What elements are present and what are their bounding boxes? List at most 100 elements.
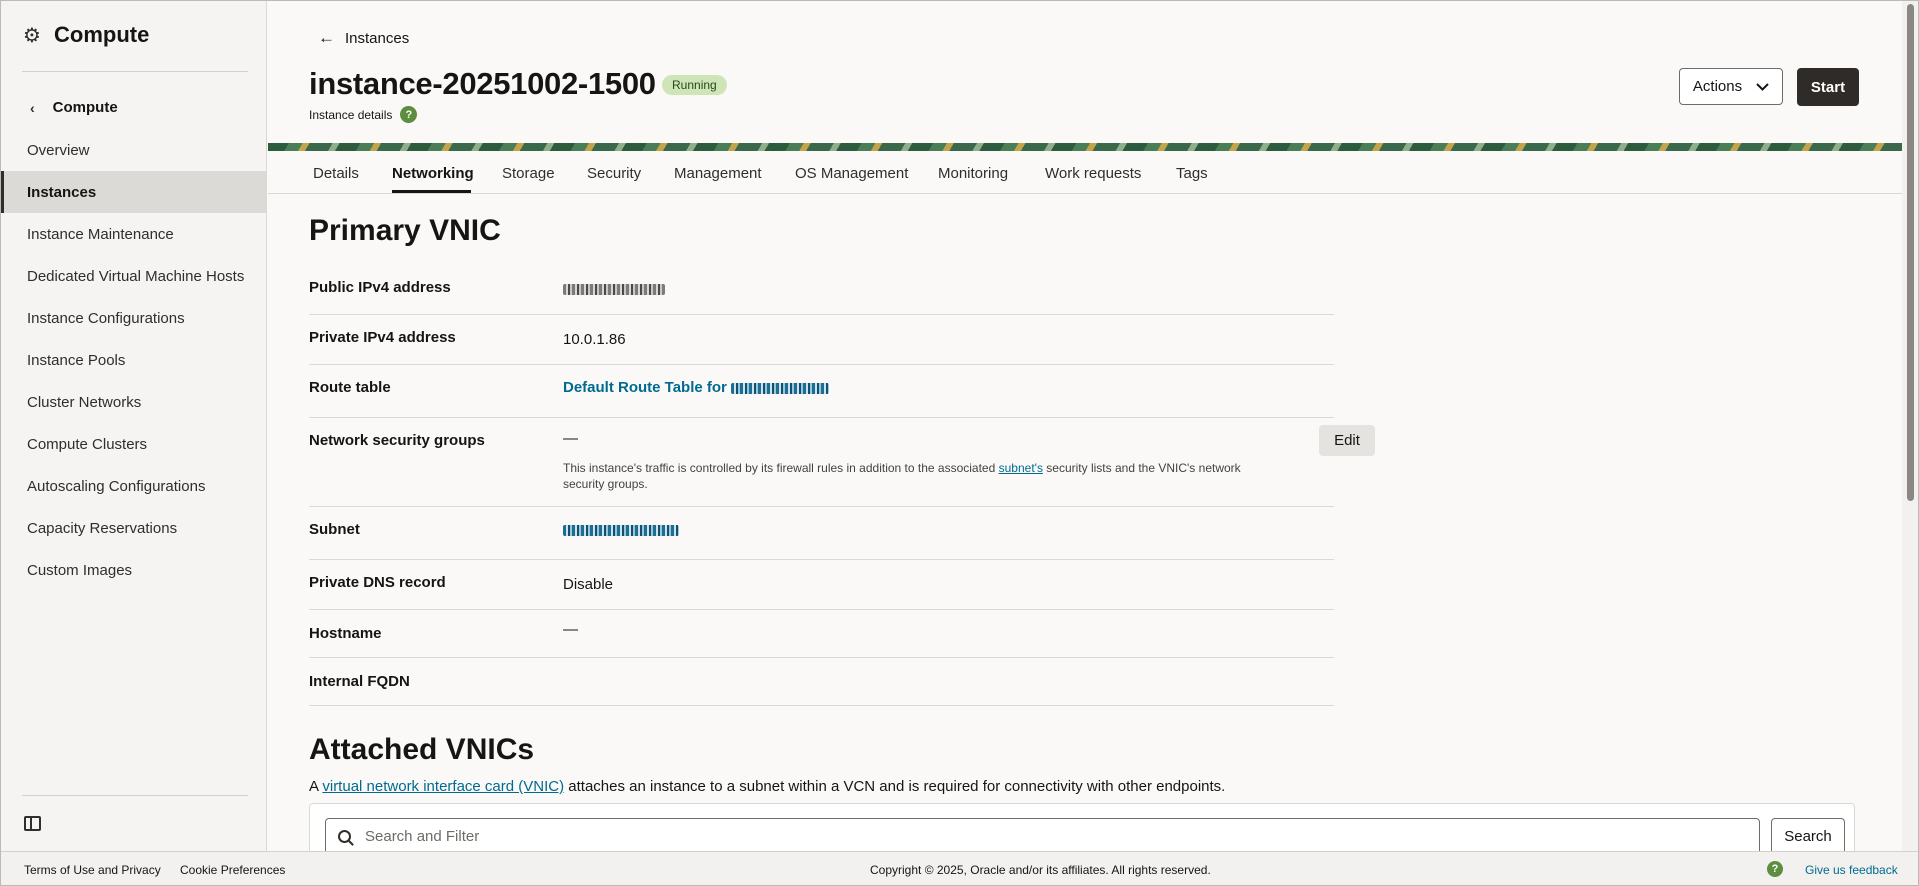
kv-label: Internal FQDN [309, 673, 410, 690]
desc-text: A [309, 778, 319, 795]
help-icon[interactable]: ? [1767, 861, 1783, 877]
gear-icon: ⚙ [23, 24, 41, 47]
search-button[interactable]: Search [1771, 818, 1845, 851]
attached-vnics-title: Attached VNICs [309, 733, 535, 766]
tab-details[interactable]: Details [313, 165, 359, 182]
tab-monitoring[interactable]: Monitoring [938, 165, 1008, 182]
kv-row-public-ip: Public IPv4 address [309, 270, 1334, 315]
sidebar-item-compute-clusters[interactable]: Compute Clusters [0, 423, 266, 465]
route-table-link-text: Default Route Table for [563, 379, 727, 396]
cookie-preferences-link[interactable]: Cookie Preferences [180, 863, 285, 877]
kv-label: Private IPv4 address [309, 329, 456, 346]
sidebar-item-instance-configurations[interactable]: Instance Configurations [0, 297, 266, 339]
kv-row-nsg: Network security groups — Edit This inst… [309, 417, 1375, 507]
kv-row-private-dns: Private DNS record Disable [309, 559, 1334, 610]
chevron-down-icon [1756, 82, 1769, 91]
private-dns-value: Disable [563, 576, 614, 593]
sidebar-nav: Overview Instances Instance Maintenance … [0, 129, 266, 591]
nsg-help-text: This instance's traffic is controlled by… [563, 460, 1283, 492]
start-button[interactable]: Start [1797, 68, 1859, 106]
sidebar-item-label: Instance Configurations [27, 309, 185, 327]
kv-row-private-ip: Private IPv4 address 10.0.1.86 [309, 314, 1334, 365]
kv-label: Route table [309, 379, 391, 396]
route-table-link[interactable]: Default Route Table for [563, 379, 830, 396]
sidebar-item-label: Instance Pools [27, 351, 126, 369]
subtitle-text: Instance details [309, 107, 393, 122]
tab-security[interactable]: Security [587, 165, 641, 182]
sidebar-item-cluster-networks[interactable]: Cluster Networks [0, 381, 266, 423]
sidebar-item-overview[interactable]: Overview [0, 129, 266, 171]
kv-row-subnet: Subnet [309, 506, 1334, 560]
redacted-value [731, 382, 830, 394]
search-field[interactable] [325, 818, 1760, 851]
nsg-value: — [563, 430, 578, 447]
primary-vnic-title: Primary VNIC [309, 214, 501, 247]
tab-storage[interactable]: Storage [502, 165, 555, 182]
search-card: Search [309, 803, 1855, 851]
vertical-scrollbar[interactable] [1902, 0, 1919, 851]
sidebar: ⚙ Compute ‹ Compute Overview Instances I… [0, 0, 267, 851]
terms-link[interactable]: Terms of Use and Privacy [24, 863, 161, 877]
public-ip-value [563, 280, 665, 297]
sidebar-title: Compute [54, 22, 150, 47]
vnic-doc-link[interactable]: virtual network interface card (VNIC) [322, 778, 564, 795]
chevron-left-icon: ‹ [30, 99, 35, 116]
tab-bar: Details Networking Storage Security Mana… [268, 151, 1902, 194]
header-banner [268, 143, 1902, 151]
actions-label: Actions [1692, 78, 1743, 95]
sidebar-item-label: Autoscaling Configurations [27, 477, 206, 495]
actions-button[interactable]: Actions [1679, 68, 1783, 105]
sidebar-item-label: Dedicated Virtual Machine Hosts [27, 267, 245, 285]
breadcrumb[interactable]: ← Instances [318, 28, 409, 48]
page-subtitle: Instance details ? [309, 106, 418, 123]
sidebar-item-label: Cluster Networks [27, 393, 142, 411]
tab-management[interactable]: Management [674, 165, 762, 182]
feedback-link[interactable]: Give us feedback [1805, 863, 1898, 877]
footer: Terms of Use and Privacy Cookie Preferen… [0, 851, 1919, 886]
private-ip-value: 10.0.1.86 [563, 331, 626, 348]
sidebar-item-instance-pools[interactable]: Instance Pools [0, 339, 266, 381]
redacted-value [563, 283, 665, 295]
help-icon[interactable]: ? [400, 106, 418, 123]
kv-label: Public IPv4 address [309, 279, 451, 296]
kv-label: Subnet [309, 521, 360, 538]
sidebar-item-capacity-reservations[interactable]: Capacity Reservations [0, 507, 266, 549]
tab-tags[interactable]: Tags [1176, 165, 1208, 182]
tab-os-management[interactable]: OS Management [795, 165, 908, 182]
sidebar-item-label: Capacity Reservations [27, 519, 178, 537]
sidebar-item-label: Instances [27, 183, 97, 201]
sidebar-collapse-icon[interactable] [24, 816, 41, 831]
kv-label: Hostname [309, 625, 382, 642]
help-text: This instance's traffic is controlled by… [563, 461, 996, 475]
breadcrumb-label: Instances [345, 29, 410, 47]
kv-row-route-table: Route table Default Route Table for [309, 364, 1334, 418]
arrow-left-icon: ← [318, 28, 335, 47]
search-input[interactable] [363, 827, 1747, 846]
sidebar-item-autoscaling-configurations[interactable]: Autoscaling Configurations [0, 465, 266, 507]
hostname-value: — [563, 621, 578, 638]
main-content: ← Instances instance-20251002-1500 Runni… [268, 0, 1902, 851]
sidebar-item-custom-images[interactable]: Custom Images [0, 549, 266, 591]
search-icon [338, 830, 351, 843]
page-title: instance-20251002-1500 [309, 66, 656, 101]
active-tab-indicator [392, 190, 471, 193]
sidebar-divider [22, 71, 248, 72]
sidebar-item-label: Compute Clusters [27, 435, 148, 453]
sidebar-back-label: Compute [52, 99, 118, 116]
sidebar-item-instances[interactable]: Instances [0, 171, 266, 213]
tab-networking[interactable]: Networking [392, 165, 474, 182]
sidebar-divider [22, 795, 248, 796]
copyright-text: Copyright © 2025, Oracle and/or its affi… [870, 863, 1211, 877]
subnet-link[interactable] [563, 521, 679, 538]
sidebar-back-link[interactable]: ‹ Compute [30, 99, 118, 116]
sidebar-item-instance-maintenance[interactable]: Instance Maintenance [0, 213, 266, 255]
tab-work-requests[interactable]: Work requests [1045, 165, 1141, 182]
sidebar-item-dedicated-vm-hosts[interactable]: Dedicated Virtual Machine Hosts [0, 255, 266, 297]
status-badge: Running [662, 75, 727, 95]
subnets-link[interactable]: subnet's [999, 461, 1043, 475]
sidebar-item-label: Instance Maintenance [27, 225, 174, 243]
scrollbar-thumb[interactable] [1907, 4, 1914, 501]
kv-row-hostname: Hostname — [309, 609, 1334, 658]
edit-nsg-button[interactable]: Edit [1319, 425, 1375, 456]
kv-label: Network security groups [309, 432, 485, 449]
